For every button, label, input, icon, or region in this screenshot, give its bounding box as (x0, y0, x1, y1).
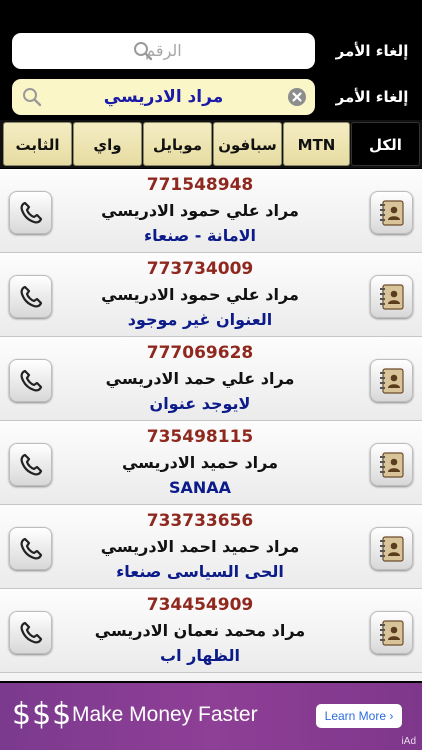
call-button[interactable] (9, 359, 52, 402)
list-item: 735498115 مراد حميد الادريسي SANAA (0, 421, 422, 505)
list-item: 734454909 مراد محمد نعمان الادريسي الظها… (0, 589, 422, 673)
name-search-field[interactable]: مراد الادريسي (12, 79, 315, 115)
tab-landline[interactable]: الثابت (3, 122, 72, 166)
call-button[interactable] (9, 527, 52, 570)
contact-address: لايوجد عنوان (149, 394, 251, 413)
contact-number: 735498115 (146, 427, 254, 447)
tab-mobile[interactable]: موبايل (143, 122, 212, 166)
contact-address: الامانة - صنعاء (143, 226, 256, 245)
contact-address: العنوان غير موجود (127, 310, 273, 329)
address-book-icon (380, 620, 404, 646)
contact-number: 777069628 (146, 343, 254, 363)
contact-number: 733733656 (146, 511, 254, 531)
ad-headline: Make Money Faster (72, 703, 258, 726)
call-button[interactable] (9, 611, 52, 654)
contact-address: الحى السياسى صنعاء (116, 562, 284, 581)
address-book-icon (380, 452, 404, 478)
tab-all[interactable]: الكل (351, 122, 420, 166)
number-cancel-button[interactable]: إلغاء الأمر (322, 28, 422, 74)
list-item: 733733656 مراد حميد احمد الادريسي الحى ا… (0, 505, 422, 589)
contact-address: SANAA (168, 478, 232, 497)
tab-y[interactable]: واي (73, 122, 142, 166)
carrier-tabs: الكل MTN سبافون موبايل واي الثابت (0, 120, 422, 168)
number-search-placeholder: الرقم (145, 41, 182, 60)
phone-icon (20, 285, 43, 308)
list-item: 771548948 مراد علي حمود الادريسي الامانة… (0, 169, 422, 253)
phone-icon (20, 369, 43, 392)
phone-icon (20, 201, 43, 224)
address-book-icon (380, 200, 404, 226)
phone-icon (20, 537, 43, 560)
add-contact-button[interactable] (370, 191, 413, 234)
search-icon (134, 42, 153, 61)
learn-more-button[interactable]: Learn More › (316, 704, 402, 728)
address-book-icon (380, 284, 404, 310)
contact-name: مراد حميد الادريسي (121, 453, 279, 472)
contact-name: مراد حميد احمد الادريسي (100, 537, 300, 556)
contact-number: 771548948 (146, 175, 254, 195)
number-search-field[interactable]: الرقم (12, 33, 315, 69)
add-contact-button[interactable] (370, 527, 413, 570)
list-item: 777069628 مراد علي حمد الادريسي لايوجد ع… (0, 337, 422, 421)
address-book-icon (380, 368, 404, 394)
status-bar (0, 0, 422, 28)
call-button[interactable] (9, 275, 52, 318)
search-icon (23, 88, 42, 107)
contact-list: 771548948 مراد علي حمود الادريسي الامانة… (0, 169, 422, 681)
number-search-row: الرقم إلغاء الأمر (0, 28, 422, 74)
clear-icon[interactable] (287, 87, 307, 107)
contact-name: مراد علي حمد الادريسي (105, 369, 295, 388)
tab-sabafon[interactable]: سبافون (213, 122, 282, 166)
list-item: 773734009 مراد علي حمود الادريسي العنوان… (0, 253, 422, 337)
name-cancel-button[interactable]: إلغاء الأمر (322, 74, 422, 120)
add-contact-button[interactable] (370, 611, 413, 654)
contact-name: مراد علي حمود الادريسي (101, 285, 299, 304)
ad-dollar-logo: $$$ (12, 697, 73, 732)
add-contact-button[interactable] (370, 443, 413, 486)
call-button[interactable] (9, 191, 52, 234)
iad-label: iAd (401, 736, 416, 747)
contact-address: الظهار اب (160, 646, 240, 665)
tab-mtn[interactable]: MTN (283, 122, 350, 166)
address-book-icon (380, 536, 404, 562)
contact-number: 773734009 (146, 259, 254, 279)
add-contact-button[interactable] (370, 275, 413, 318)
phone-icon (20, 621, 43, 644)
contact-name: مراد علي حمود الادريسي (101, 201, 299, 220)
add-contact-button[interactable] (370, 359, 413, 402)
call-button[interactable] (9, 443, 52, 486)
name-search-value: مراد الادريسي (103, 87, 224, 107)
contact-number: 734454909 (146, 595, 254, 615)
contact-name: مراد محمد نعمان الادريسي (94, 621, 306, 640)
phone-icon (20, 453, 43, 476)
name-search-row: مراد الادريسي إلغاء الأمر (0, 74, 422, 120)
ad-banner[interactable]: $$$ Make Money Faster Learn More › iAd (0, 683, 422, 750)
